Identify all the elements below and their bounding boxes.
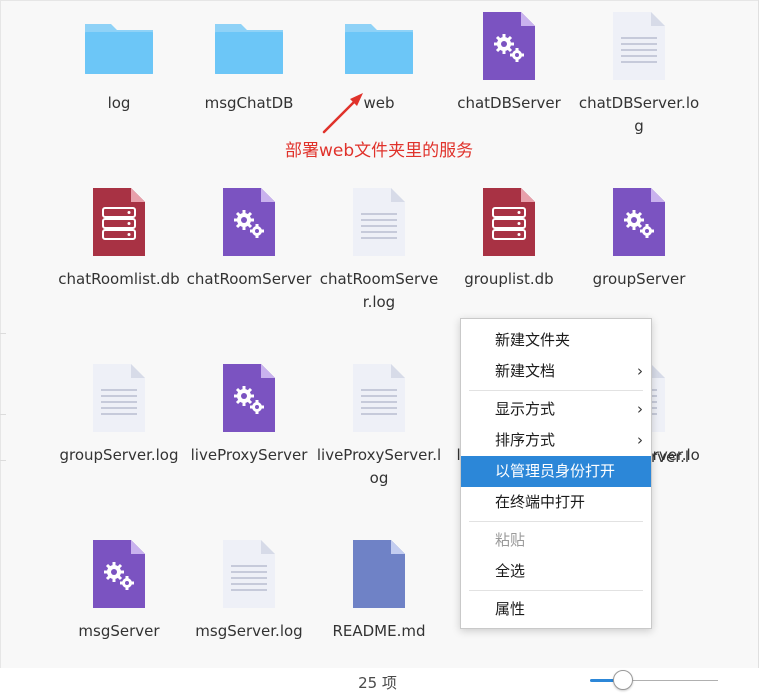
executable-icon <box>603 186 675 258</box>
menu-item[interactable]: 以管理员身份打开 <box>461 456 651 487</box>
zoom-slider-track <box>622 680 718 681</box>
zoom-slider-handle[interactable] <box>613 670 633 690</box>
file-item[interactable]: groupServer <box>574 186 704 291</box>
menu-separator <box>469 590 643 591</box>
file-label: groupServer.log <box>59 446 179 464</box>
file-item[interactable]: chatRoomServer <box>184 186 314 291</box>
top-border <box>0 0 759 1</box>
menu-item[interactable]: 显示方式 › <box>461 394 651 425</box>
menu-item-label: 新建文档 <box>495 362 556 380</box>
text-icon <box>213 538 285 610</box>
file-label: groupServer <box>592 270 686 288</box>
file-item[interactable]: chatRoomlist.db <box>54 186 184 291</box>
file-item[interactable]: liveProxyServer.log <box>314 362 444 490</box>
file-label: README.md <box>332 622 426 640</box>
folder-item[interactable]: msgChatDB <box>184 10 314 115</box>
text-icon <box>83 362 155 434</box>
folder-icon <box>343 10 415 82</box>
folder-icon <box>83 10 155 82</box>
folder-icon <box>213 10 285 82</box>
database-icon <box>83 186 155 258</box>
menu-item[interactable]: 全选 <box>461 556 651 587</box>
sidebar-divider <box>0 460 6 461</box>
executable-icon <box>83 538 155 610</box>
executable-icon <box>473 10 545 82</box>
file-label: chatDBServer <box>457 94 561 112</box>
annotation-text: 部署web文件夹里的服务 <box>285 141 474 161</box>
menu-item-label: 以管理员身份打开 <box>495 462 616 480</box>
file-label: chatRoomServer.log <box>319 270 439 311</box>
chevron-right-icon: › <box>637 362 643 380</box>
text-icon <box>343 186 415 258</box>
file-label: chatRoomlist.db <box>58 270 180 288</box>
file-label: msgChatDB <box>204 94 294 112</box>
file-label: msgServer.log <box>195 622 303 640</box>
file-item[interactable]: msgServer.log <box>184 538 314 643</box>
chevron-right-icon: › <box>637 400 643 418</box>
markdown-icon <box>343 538 415 610</box>
database-icon <box>473 186 545 258</box>
menu-item[interactable]: 属性 <box>461 594 651 625</box>
text-icon <box>343 362 415 434</box>
file-label: chatDBServer.log <box>578 94 700 135</box>
file-item[interactable]: README.md <box>314 538 444 643</box>
folder-item[interactable]: log <box>54 10 184 115</box>
menu-item-label: 排序方式 <box>495 431 556 449</box>
sidebar-divider <box>0 414 6 415</box>
zoom-slider[interactable] <box>588 668 720 694</box>
menu-item[interactable]: 新建文件夹 <box>461 325 651 356</box>
file-label: chatRoomServer <box>186 270 312 288</box>
menu-item-label: 粘贴 <box>495 531 526 549</box>
file-item[interactable]: groupServer.log <box>54 362 184 467</box>
executable-icon <box>213 186 285 258</box>
file-label: grouplist.db <box>464 270 554 288</box>
menu-item-label: 属性 <box>495 600 526 618</box>
menu-separator <box>469 390 643 391</box>
menu-item[interactable]: 粘贴 <box>461 525 651 556</box>
file-item[interactable]: msgServer <box>54 538 184 643</box>
menu-item[interactable]: 在终端中打开 <box>461 487 651 518</box>
file-item[interactable]: liveProxyServer <box>184 362 314 467</box>
file-item[interactable]: chatRoomServer.log <box>314 186 444 314</box>
file-item[interactable]: chatDBServer.log <box>574 10 704 138</box>
menu-item-label: 显示方式 <box>495 400 556 418</box>
file-label: log <box>107 94 131 112</box>
file-label: msgServer <box>78 622 160 640</box>
file-label: rver.l <box>651 448 689 466</box>
chevron-right-icon: › <box>637 431 643 449</box>
sidebar-divider <box>0 333 6 334</box>
menu-item-label: 新建文件夹 <box>495 331 571 349</box>
menu-item[interactable]: 新建文档 › <box>461 356 651 387</box>
menu-item-label: 全选 <box>495 562 526 580</box>
executable-icon <box>213 362 285 434</box>
file-item[interactable]: grouplist.db <box>444 186 574 291</box>
file-label: liveProxyServer.log <box>316 446 442 487</box>
menu-item-label: 在终端中打开 <box>495 493 586 511</box>
file-item[interactable]: chatDBServer <box>444 10 574 115</box>
menu-separator <box>469 521 643 522</box>
context-menu: 新建文件夹新建文档 › 显示方式 › 排序方式 › 以管理员身份打开 在终端中打开 粘贴全选属性 <box>460 318 652 629</box>
file-label: liveProxyServer <box>190 446 308 464</box>
left-border <box>0 0 1 696</box>
annotation-arrow <box>322 93 363 134</box>
menu-item[interactable]: 排序方式 › <box>461 425 651 456</box>
text-icon <box>603 10 675 82</box>
